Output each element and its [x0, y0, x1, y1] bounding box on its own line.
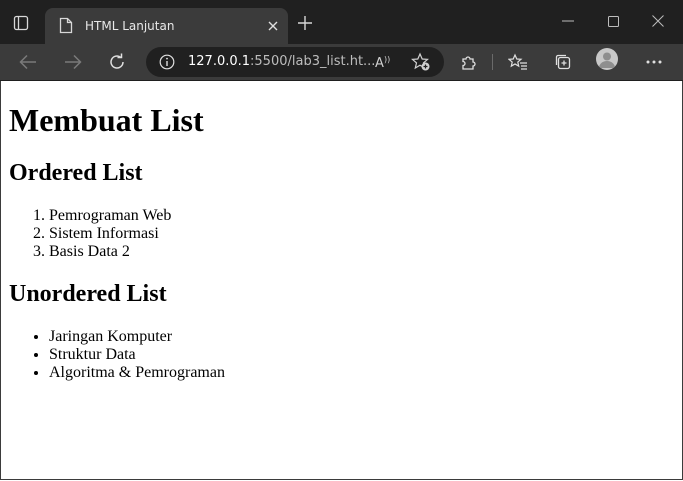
forward-arrow-icon[interactable]: [60, 49, 86, 75]
svg-text:A: A: [375, 56, 384, 70]
refresh-icon[interactable]: [104, 49, 130, 75]
page-title: Membuat List: [9, 102, 204, 138]
read-aloud-icon[interactable]: A)): [374, 52, 394, 72]
unordered-list-heading: Unordered List: [9, 281, 167, 307]
plus-icon[interactable]: [296, 14, 314, 32]
url-rest: :5500/lab3_list.ht...: [250, 54, 376, 69]
list-item: Jaringan Komputer: [49, 328, 225, 346]
toolbar-separator: [492, 54, 493, 70]
profile-icon[interactable]: [596, 48, 618, 70]
more-icon[interactable]: [641, 49, 667, 75]
toolbar: 127.0.0.1:5500/lab3_list.ht... A)): [0, 44, 683, 81]
back-arrow-icon[interactable]: [15, 49, 41, 75]
address-bar[interactable]: 127.0.0.1:5500/lab3_list.ht... A)): [146, 47, 444, 77]
info-icon[interactable]: [158, 53, 176, 71]
list-item: Algoritma & Pemrograman: [49, 364, 225, 382]
minimize-icon[interactable]: [555, 10, 581, 32]
tab-active[interactable]: HTML Lanjutan: [45, 8, 288, 44]
ordered-list: Pemrograman Web Sistem Informasi Basis D…: [9, 207, 171, 261]
unordered-list: Jaringan Komputer Struktur Data Algoritm…: [9, 328, 225, 382]
url-text: 127.0.0.1:5500/lab3_list.ht...: [188, 54, 375, 70]
favorites-icon[interactable]: [505, 49, 531, 75]
list-item: Pemrograman Web: [49, 207, 171, 225]
tab-strip: HTML Lanjutan: [0, 0, 683, 44]
list-item: Struktur Data: [49, 346, 225, 364]
tab-title: HTML Lanjutan: [85, 19, 175, 33]
page-icon: [59, 17, 75, 35]
list-item: Basis Data 2: [49, 243, 171, 261]
svg-text:)): )): [384, 55, 390, 64]
page-content: Membuat List Ordered List Pemrograman We…: [0, 81, 681, 479]
favorite-add-icon[interactable]: [411, 52, 431, 72]
puzzle-icon[interactable]: [456, 49, 482, 75]
tab-actions-icon[interactable]: [12, 14, 30, 32]
close-window-icon[interactable]: [645, 10, 671, 32]
ordered-list-heading: Ordered List: [9, 160, 143, 186]
close-icon[interactable]: [264, 17, 282, 35]
collections-icon[interactable]: [550, 49, 576, 75]
list-item: Sistem Informasi: [49, 225, 171, 243]
url-host: 127.0.0.1: [188, 54, 251, 69]
maximize-icon[interactable]: [600, 10, 626, 32]
